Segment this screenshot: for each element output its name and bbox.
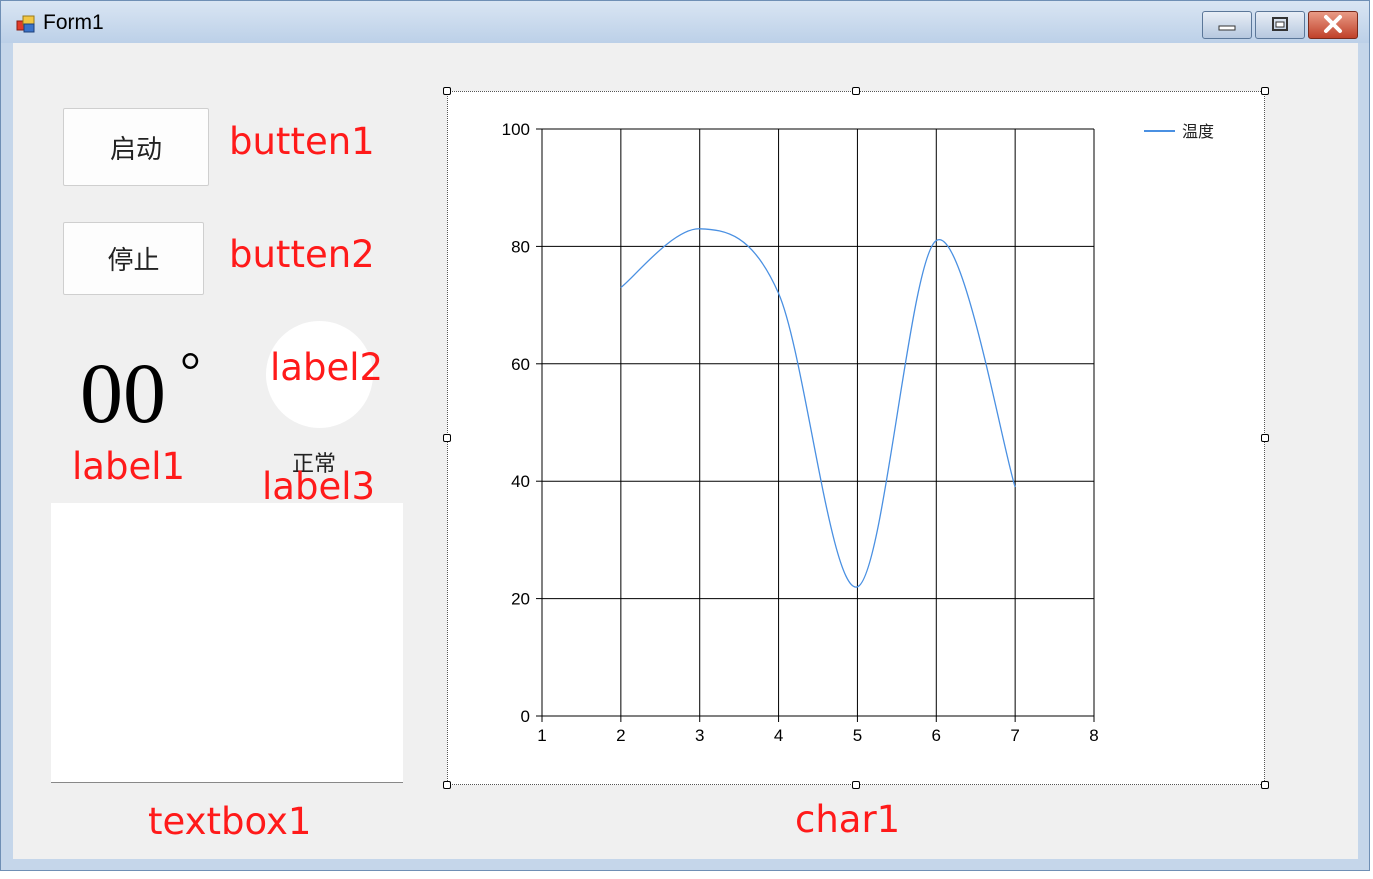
start-button[interactable]: 启动: [63, 108, 209, 186]
annotation-textbox1: textbox1: [148, 800, 312, 843]
y-tick-label: 0: [521, 707, 530, 726]
window-title: Form1: [43, 11, 104, 34]
annotation-char1: char1: [795, 798, 901, 841]
legend-label: 温度: [1182, 122, 1214, 141]
resize-handle-left[interactable]: [443, 434, 451, 442]
degree-symbol: °: [180, 343, 201, 400]
resize-handle-top-left[interactable]: [443, 87, 451, 95]
x-tick-label: 8: [1089, 726, 1098, 745]
y-tick-label: 100: [502, 120, 530, 139]
x-tick-label: 1: [537, 726, 546, 745]
minimize-button[interactable]: [1202, 11, 1252, 39]
x-tick-label: 6: [932, 726, 941, 745]
annotation-butten2: butten2: [229, 233, 375, 276]
maximize-icon: [1272, 17, 1288, 31]
x-tick-label: 4: [774, 726, 783, 745]
close-button[interactable]: [1308, 11, 1358, 39]
x-tick-label: 5: [853, 726, 862, 745]
x-tick-label: 2: [616, 726, 625, 745]
annotation-label1: label1: [72, 445, 186, 488]
title-bar[interactable]: Form1: [1, 1, 1369, 43]
annotation-label2: label2: [270, 346, 384, 389]
annotation-label3: label3: [262, 465, 376, 508]
stop-button[interactable]: 停止: [63, 222, 204, 295]
maximize-button[interactable]: [1255, 11, 1305, 39]
resize-handle-bottom[interactable]: [852, 781, 860, 789]
series-line: [620, 228, 1016, 588]
close-icon: [1324, 15, 1342, 33]
x-tick-label: 7: [1010, 726, 1019, 745]
resize-handle-bottom-right[interactable]: [1261, 781, 1269, 789]
y-tick-label: 60: [511, 355, 530, 374]
temperature-value: 00: [80, 345, 166, 441]
resize-handle-right[interactable]: [1261, 434, 1269, 442]
textbox1[interactable]: [51, 503, 403, 783]
y-tick-label: 80: [511, 237, 530, 256]
resize-handle-bottom-left[interactable]: [443, 781, 451, 789]
minimize-icon: [1218, 25, 1236, 31]
x-tick-label: 3: [695, 726, 704, 745]
chart-plot: 1 2 3 4 5 6 7 8020406080100 温度: [502, 120, 1214, 745]
y-tick-label: 40: [511, 472, 530, 491]
app-icon: [16, 15, 35, 33]
chart1[interactable]: 1 2 3 4 5 6 7 8 0 20 40 60 80 100 温度: [447, 91, 1265, 785]
resize-handle-top[interactable]: [852, 87, 860, 95]
resize-handle-top-right[interactable]: [1261, 87, 1269, 95]
temperature-label: 00 °: [80, 346, 201, 437]
y-tick-label: 20: [511, 590, 530, 609]
annotation-butten1: butten1: [229, 120, 375, 163]
